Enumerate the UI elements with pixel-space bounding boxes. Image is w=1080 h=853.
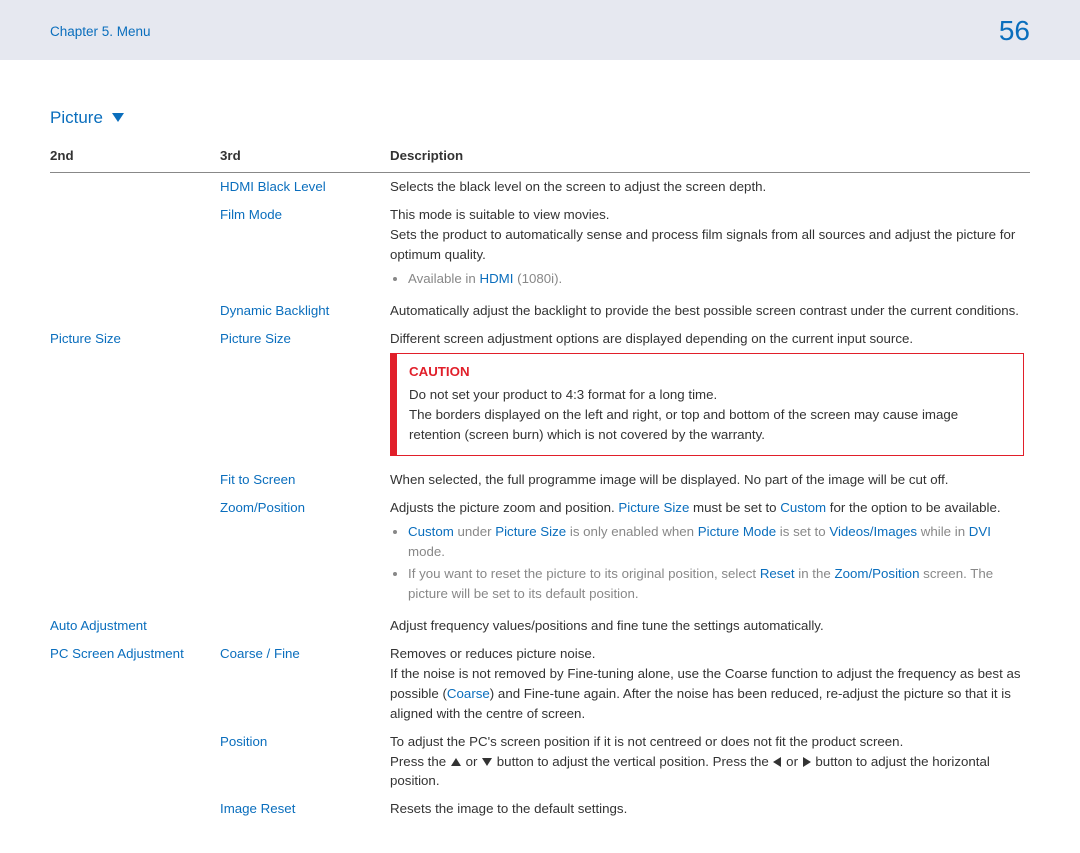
arrow-up-icon	[451, 758, 461, 766]
row-zoom-position: Zoom/Position Adjusts the picture zoom a…	[50, 494, 1030, 612]
section-title-picture[interactable]: Picture	[50, 108, 1030, 128]
note-zoom-1: Custom under Picture Size is only enable…	[408, 522, 1024, 562]
caution-box: CAUTION Do not set your product to 4:3 f…	[390, 353, 1024, 457]
menu-hdmi-black-level[interactable]: HDMI Black Level	[220, 172, 390, 200]
row-position: Position To adjust the PC's screen posit…	[50, 728, 1030, 796]
row-film-mode: Film Mode This mode is suitable to view …	[50, 201, 1030, 297]
col-2nd: 2nd	[50, 142, 220, 172]
caution-title: CAUTION	[409, 362, 1011, 382]
desc-dynamic-backlight: Automatically adjust the backlight to pr…	[390, 297, 1030, 325]
arrow-right-icon	[803, 757, 811, 767]
caution-line-2: The borders displayed on the left and ri…	[409, 405, 1011, 445]
menu-image-reset[interactable]: Image Reset	[220, 795, 390, 823]
desc-coarse-fine: Removes or reduces picture noise. If the…	[390, 640, 1030, 728]
row-hdmi-black-level: HDMI Black Level Selects the black level…	[50, 172, 1030, 200]
row-image-reset: Image Reset Resets the image to the defa…	[50, 795, 1030, 823]
arrow-down-icon	[482, 758, 492, 766]
menu-zoom-position[interactable]: Zoom/Position	[220, 494, 390, 612]
desc-zoom-position: Adjusts the picture zoom and position. P…	[390, 494, 1030, 612]
desc-hdmi-black-level: Selects the black level on the screen to…	[390, 172, 1030, 200]
col-description: Description	[390, 142, 1030, 172]
menu-fit-to-screen[interactable]: Fit to Screen	[220, 466, 390, 494]
menu-picture-size[interactable]: Picture Size	[220, 325, 390, 467]
desc-position: To adjust the PC's screen position if it…	[390, 728, 1030, 796]
menu-dynamic-backlight[interactable]: Dynamic Backlight	[220, 297, 390, 325]
menu-pc-screen-adjustment[interactable]: PC Screen Adjustment	[50, 640, 220, 728]
desc-fit-to-screen: When selected, the full programme image …	[390, 466, 1030, 494]
menu-table: 2nd 3rd Description HDMI Black Level Sel…	[50, 142, 1030, 823]
table-header-row: 2nd 3rd Description	[50, 142, 1030, 172]
row-dynamic-backlight: Dynamic Backlight Automatically adjust t…	[50, 297, 1030, 325]
row-coarse-fine: PC Screen Adjustment Coarse / Fine Remov…	[50, 640, 1030, 728]
desc-picture-size: Different screen adjustment options are …	[390, 325, 1030, 467]
desc-film-mode: This mode is suitable to view movies. Se…	[390, 201, 1030, 297]
menu-auto-adjustment[interactable]: Auto Adjustment	[50, 612, 220, 640]
desc-auto-adjustment: Adjust frequency values/positions and fi…	[390, 612, 1030, 640]
row-picture-size: Picture Size Picture Size Different scre…	[50, 325, 1030, 467]
row-fit-to-screen: Fit to Screen When selected, the full pr…	[50, 466, 1030, 494]
page-header: Chapter 5. Menu 56	[0, 0, 1080, 60]
page-number: 56	[999, 15, 1030, 47]
menu-film-mode[interactable]: Film Mode	[220, 201, 390, 297]
menu-position[interactable]: Position	[220, 728, 390, 796]
arrow-left-icon	[773, 757, 781, 767]
section-title-text: Picture	[50, 108, 103, 127]
menu-group-picture-size[interactable]: Picture Size	[50, 325, 220, 467]
col-3rd: 3rd	[220, 142, 390, 172]
caution-line-1: Do not set your product to 4:3 format fo…	[409, 385, 1011, 405]
chapter-label: Chapter 5. Menu	[50, 24, 151, 39]
page-content: Picture 2nd 3rd Description HDMI Black L…	[0, 60, 1080, 853]
chevron-down-icon	[112, 113, 124, 122]
desc-image-reset: Resets the image to the default settings…	[390, 795, 1030, 823]
note-film-mode: Available in HDMI (1080i).	[408, 269, 1024, 289]
menu-coarse-fine[interactable]: Coarse / Fine	[220, 640, 390, 728]
row-auto-adjustment: Auto Adjustment Adjust frequency values/…	[50, 612, 1030, 640]
note-zoom-2: If you want to reset the picture to its …	[408, 564, 1024, 604]
